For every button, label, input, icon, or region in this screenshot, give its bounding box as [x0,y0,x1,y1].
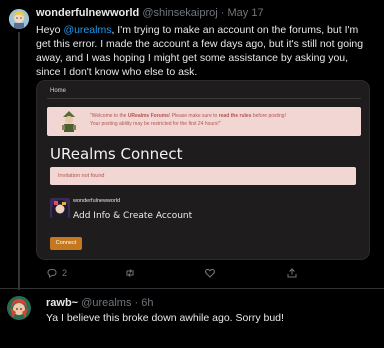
add-info-heading: Add Info & Create Account [73,211,193,221]
reply-count: 2 [62,268,68,278]
tweet-actions: 2 [42,266,342,280]
nav-divider [47,98,361,99]
mascot-icon [62,111,76,132]
thread-line [18,32,20,290]
forum-username: wonderfulnewworld [73,198,121,204]
tweet-header: wonderfulnewworld @shinsekaiproj · May 1… [36,7,264,20]
timeline: wonderfulnewworld @shinsekaiproj · May 1… [0,0,384,348]
tweet-text: Heyo @urealms, I'm trying to make an acc… [36,23,366,79]
reply-text: Ya I believe this broke down awhile ago.… [46,312,284,324]
reply-icon [47,269,57,278]
retweet-icon [126,269,134,277]
forums-name: URealms Forums [127,113,169,119]
reply-author-name[interactable]: rawb~ [46,297,78,309]
author-handle[interactable]: @shinsekaiproj [142,7,217,19]
nav-home-link: Home [50,88,67,94]
like-icon [205,268,215,278]
reply-button[interactable]: 2 [46,266,67,280]
welcome-prefix: "Welcome to the [90,113,128,119]
welcome-line-2: Your posting ability may be restricted f… [90,121,221,127]
tweet-date[interactable]: May 17 [228,7,264,19]
reply-author-handle[interactable]: @urealms [81,297,131,309]
reply-header: rawb~ @urealms · 6h [46,297,154,310]
mention-link[interactable]: @urealms [63,24,111,36]
tweet-text-start: Heyo [36,24,64,36]
author-name[interactable]: wonderfulnewworld [36,7,139,19]
page-title: URealms Connect [50,145,183,163]
welcome-middle: ! Please make sure to [168,113,219,119]
separator: · [220,7,225,19]
share-button[interactable] [286,266,298,280]
reply-avatar[interactable] [7,296,31,320]
like-button[interactable] [204,266,220,280]
avatar[interactable] [9,9,29,29]
tweet-divider [0,288,384,289]
error-message: Invitation not found [58,173,105,179]
forum-avatar [50,198,70,218]
retweet-button[interactable] [124,266,140,280]
tweet-main[interactable]: wonderfulnewworld @shinsekaiproj · May 1… [0,0,384,290]
connect-button: Connect [50,237,82,250]
rules-link: read the rules [218,113,252,119]
share-icon [287,268,297,278]
reply-separator: · [134,297,139,309]
welcome-message: "Welcome to the URealms Forums! Please m… [90,112,370,128]
welcome-suffix: before posting! [251,113,286,119]
reply-date[interactable]: 6h [141,297,153,309]
